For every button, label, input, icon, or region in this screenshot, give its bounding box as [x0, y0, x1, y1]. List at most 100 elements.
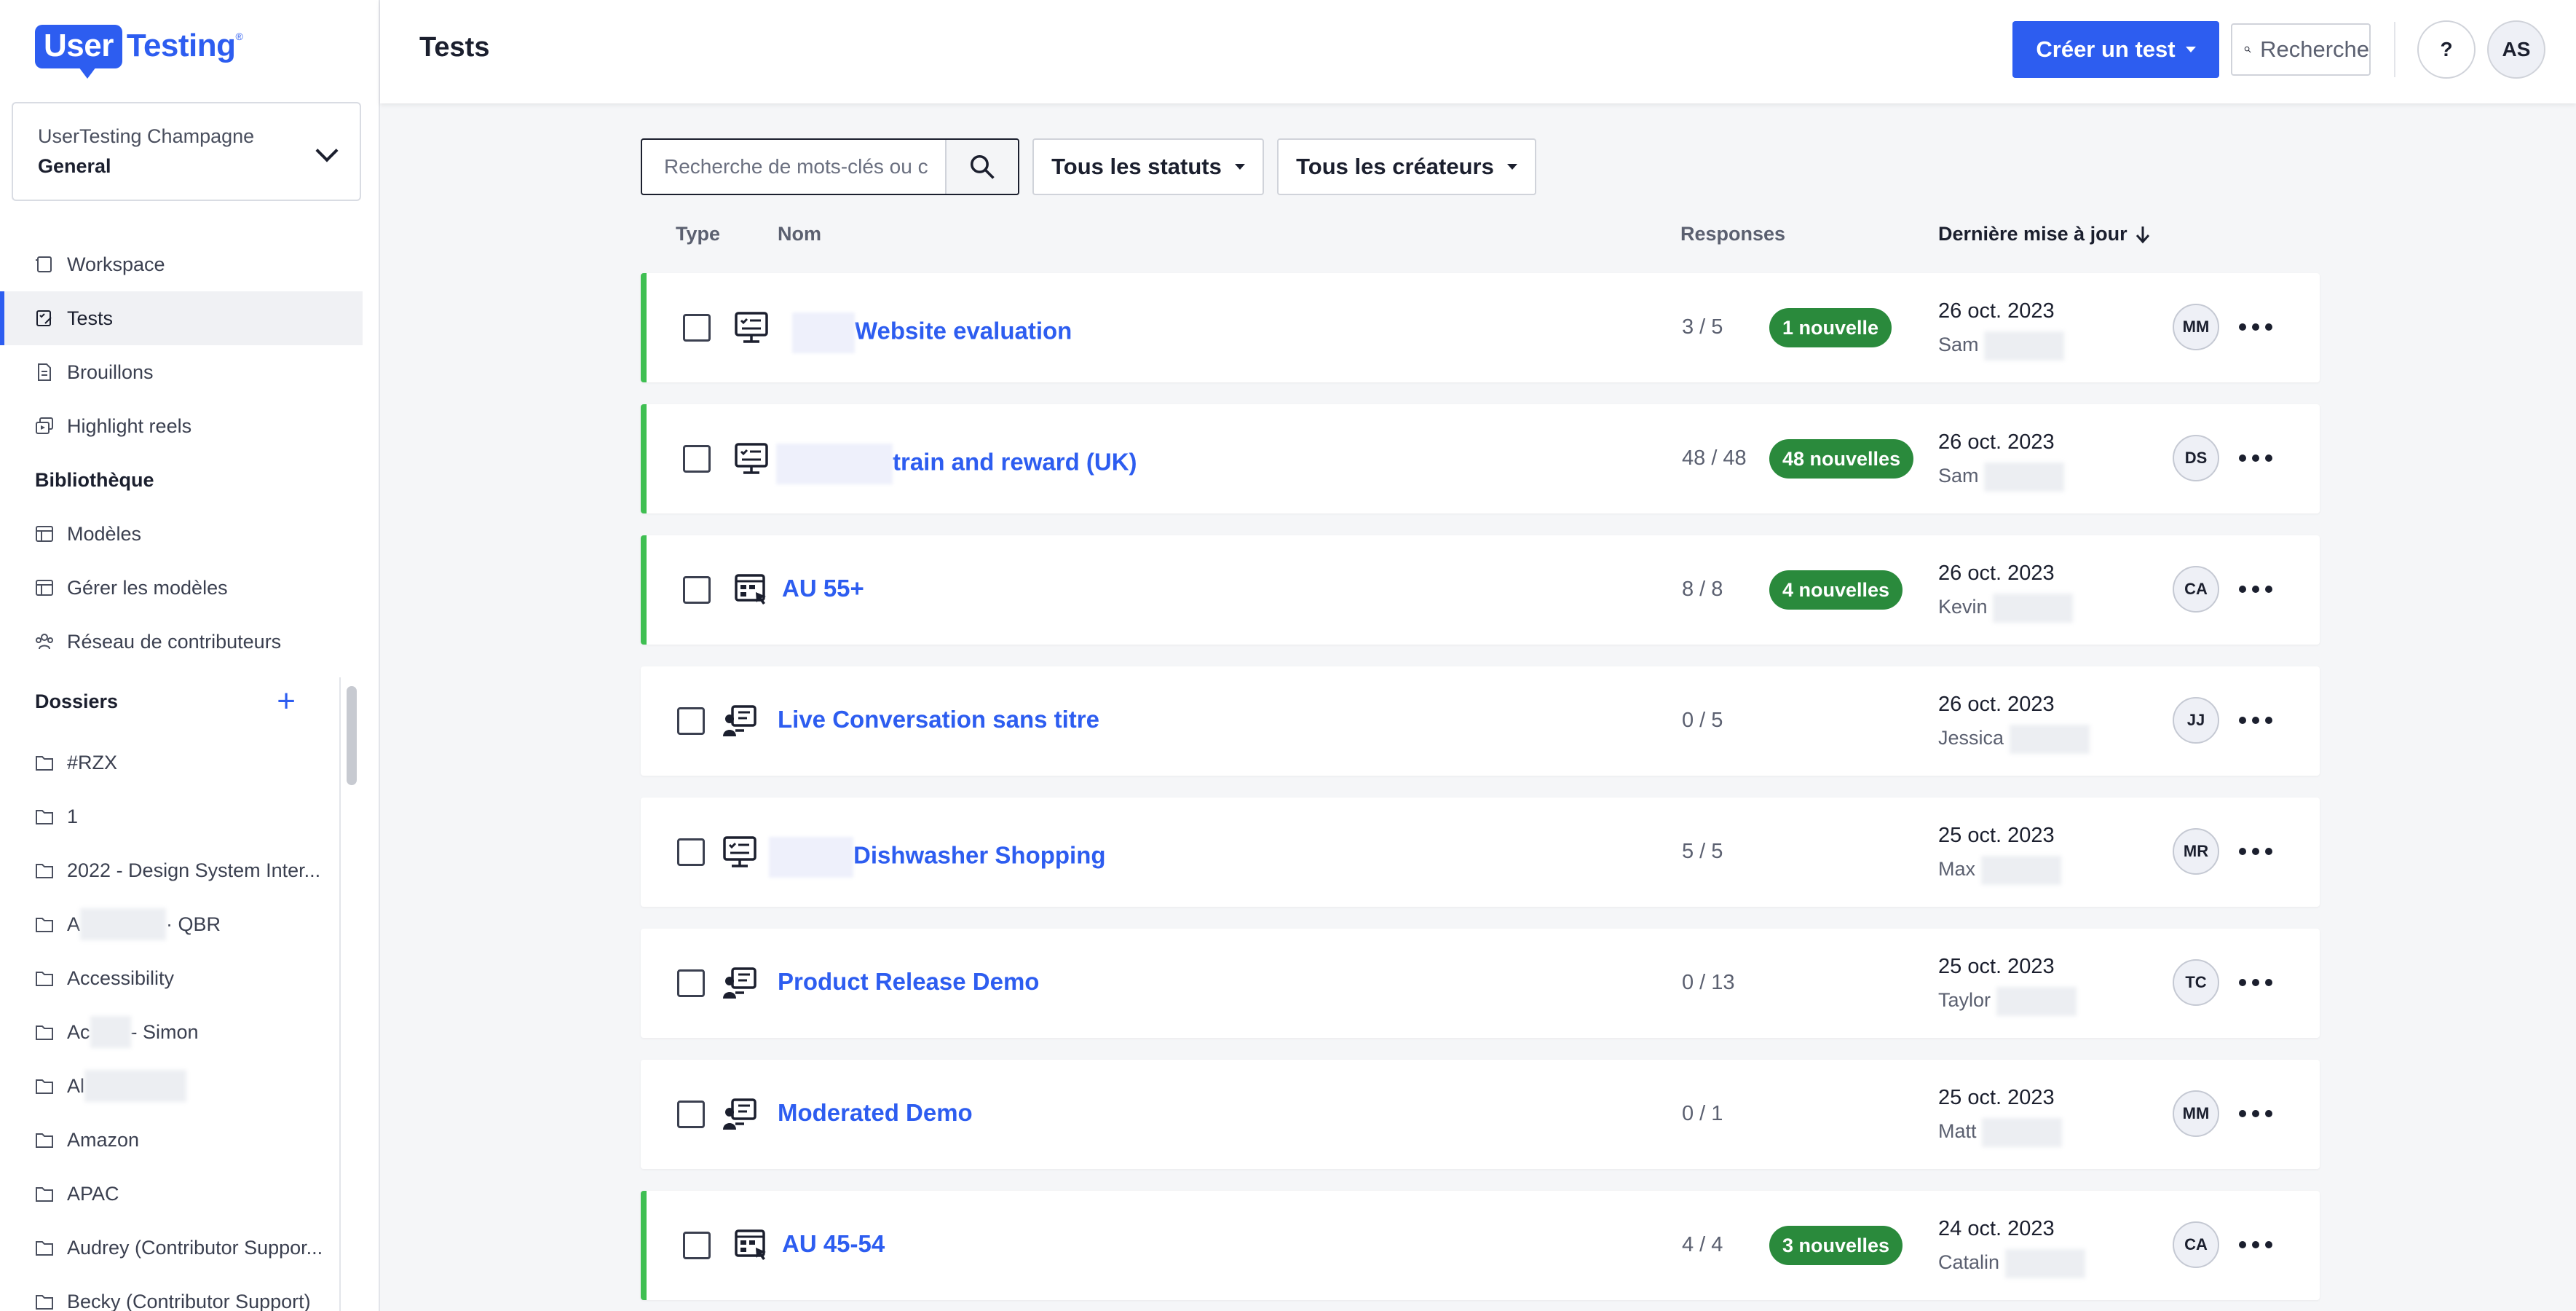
add-folder-plus-icon[interactable]: + [277, 685, 296, 717]
table-row[interactable]: AU 55+ 8 / 84 nouvelles 26 oct. 2023 Kevin … [641, 535, 2320, 645]
more-actions-icon[interactable] [2232, 438, 2279, 479]
sidebar-item-highlight-reels[interactable]: Highlight reels [0, 399, 363, 453]
table-row[interactable]: Website evaluation 3 / 5 1 nouvelle 26 oct.… [641, 273, 2320, 382]
owner-avatar[interactable]: MR [2173, 828, 2219, 875]
creator-filter-dropdown[interactable]: Tous les créateurs [1277, 138, 1536, 195]
test-name-link[interactable]: AU 45-54 [782, 1230, 885, 1258]
scrollbar-thumb[interactable] [347, 686, 357, 785]
test-name-link[interactable]: AU 55+ [782, 575, 864, 602]
column-header-name[interactable]: Nom [778, 223, 821, 245]
sidebar-item-templates[interactable]: Modèles [0, 507, 363, 561]
owner-avatar[interactable]: CA [2173, 1221, 2219, 1268]
user-avatar[interactable]: AS [2487, 20, 2545, 79]
sidebar-item-manage-templates[interactable]: Gérer les modèles [0, 561, 363, 615]
folder-item[interactable]: Al [0, 1059, 339, 1113]
status-filter-dropdown[interactable]: Tous les statuts [1032, 138, 1264, 195]
test-search-field[interactable] [641, 138, 1019, 195]
sidebar-item-label: Gérer les modèles [67, 576, 228, 599]
template-icon [35, 524, 54, 543]
table-row[interactable]: AU 45-54 4 / 4 3 nouvelles 24 oct. 2023 Cata… [641, 1191, 2320, 1300]
sidebar-item-drafts[interactable]: Brouillons [0, 345, 363, 399]
test-name-link[interactable]: train and reward (UK) [776, 444, 1137, 484]
usertesting-logo[interactable]: User Testing ® [35, 25, 243, 79]
new-responses-badge: 48 nouvelles [1769, 439, 1914, 479]
more-actions-icon[interactable] [2232, 569, 2279, 610]
row-checkbox[interactable] [683, 314, 711, 342]
updated-by: Kevin [1938, 594, 2074, 623]
row-checkbox[interactable] [677, 969, 705, 997]
row-checkbox[interactable] [677, 1101, 705, 1128]
response-count: 0 / 1 [1682, 1102, 1723, 1125]
test-name-text: Dishwasher Shopping [853, 841, 1106, 869]
help-button[interactable]: ? [2417, 20, 2476, 79]
table-row[interactable]: Product Release Demo 0 / 13 25 oct. 2023 Ta… [641, 929, 2320, 1038]
more-actions-icon[interactable] [2232, 1093, 2279, 1134]
column-header-updated[interactable]: Dernière mise à jour [1938, 223, 2151, 245]
more-actions-icon[interactable] [2232, 831, 2279, 872]
owner-avatar[interactable]: JJ [2173, 697, 2219, 744]
owner-avatar[interactable]: MM [2173, 304, 2219, 350]
response-count: 48 / 48 [1682, 446, 1747, 470]
folder-item[interactable]: Becky (Contributor Support) [0, 1275, 339, 1311]
row-checkbox[interactable] [683, 1232, 711, 1259]
global-search-input[interactable]: Recherche [2231, 23, 2371, 76]
folder-item[interactable]: 1 [0, 790, 339, 843]
row-checkbox[interactable] [677, 707, 705, 735]
test-search-button[interactable] [945, 140, 1018, 194]
status-filter-label: Tous les statuts [1051, 154, 1222, 179]
folder-item[interactable]: Ac - Simon [0, 1005, 339, 1059]
folder-label-start: A [67, 913, 81, 935]
template-icon [35, 578, 54, 597]
table-row[interactable]: train and reward (UK) 48 / 48 48 nouvelles… [641, 404, 2320, 513]
folder-item[interactable]: Amazon [0, 1113, 339, 1167]
redacted-text [2004, 1249, 2085, 1278]
test-search-input[interactable] [642, 140, 945, 194]
table-row[interactable]: Live Conversation sans titre 0 / 5 26 oct.… [641, 666, 2320, 776]
updated-by: Sam [1938, 331, 2065, 361]
sidebar-scrollbar[interactable] [339, 677, 363, 1311]
table-row[interactable]: Dishwasher Shopping 5 / 5 25 oct. 2023 Max … [641, 798, 2320, 907]
folder-item[interactable]: APAC [0, 1167, 339, 1221]
caret-down-icon [1234, 164, 1245, 170]
test-name-text: train and reward (UK) [893, 448, 1137, 476]
people-icon [35, 632, 54, 651]
row-checkbox[interactable] [683, 445, 711, 473]
sidebar-item-workspace[interactable]: Workspace [0, 237, 363, 291]
global-search-placeholder: Recherche [2260, 36, 2369, 62]
folder-item[interactable]: A · QBR [0, 897, 339, 951]
test-name-link[interactable]: Website evaluation [792, 312, 1072, 353]
more-actions-icon[interactable] [2232, 307, 2279, 347]
column-header-responses[interactable]: Responses [1680, 223, 1785, 245]
folder-icon [35, 1076, 54, 1095]
folder-label: 1 [67, 805, 79, 827]
owner-avatar[interactable]: CA [2173, 566, 2219, 613]
more-actions-icon[interactable] [2232, 700, 2279, 741]
folder-item[interactable]: #RZX [0, 736, 339, 790]
test-name-link[interactable]: Dishwasher Shopping [769, 837, 1106, 878]
folder-item[interactable]: Accessibility [0, 951, 339, 1005]
folder-label: 2022 - Design System Inter... [67, 859, 321, 881]
owner-avatar[interactable]: TC [2173, 959, 2219, 1006]
folder-item[interactable]: 2022 - Design System Inter... [0, 843, 339, 897]
updated-by: Matt [1938, 1118, 2063, 1147]
create-test-button[interactable]: Créer un test [2012, 21, 2219, 78]
table-row[interactable]: Moderated Demo 0 / 1 25 oct. 2023 Matt MM [641, 1060, 2320, 1169]
more-actions-icon[interactable] [2232, 1224, 2279, 1265]
new-responses-badge: 4 nouvelles [1769, 570, 1903, 610]
sidebar-item-tests[interactable]: Tests [0, 291, 363, 345]
more-actions-icon[interactable] [2232, 962, 2279, 1003]
test-name-text: Product Release Demo [778, 968, 1040, 995]
workspace-selector[interactable]: UserTesting Champagne General [12, 102, 361, 201]
row-checkbox[interactable] [677, 838, 705, 866]
test-name-link[interactable]: Moderated Demo [778, 1099, 973, 1127]
folder-item[interactable]: Audrey (Contributor Suppor... [0, 1221, 339, 1275]
live-conversation-icon [722, 704, 757, 738]
test-name-link[interactable]: Live Conversation sans titre [778, 706, 1099, 733]
row-checkbox[interactable] [683, 576, 711, 604]
owner-avatar[interactable]: MM [2173, 1090, 2219, 1137]
test-name-text: AU 55+ [782, 575, 864, 602]
sidebar-item-label: Modèles [67, 522, 142, 545]
sidebar-item-contributor-network[interactable]: Réseau de contributeurs [0, 615, 363, 669]
owner-avatar[interactable]: DS [2173, 435, 2219, 481]
test-name-link[interactable]: Product Release Demo [778, 968, 1039, 996]
